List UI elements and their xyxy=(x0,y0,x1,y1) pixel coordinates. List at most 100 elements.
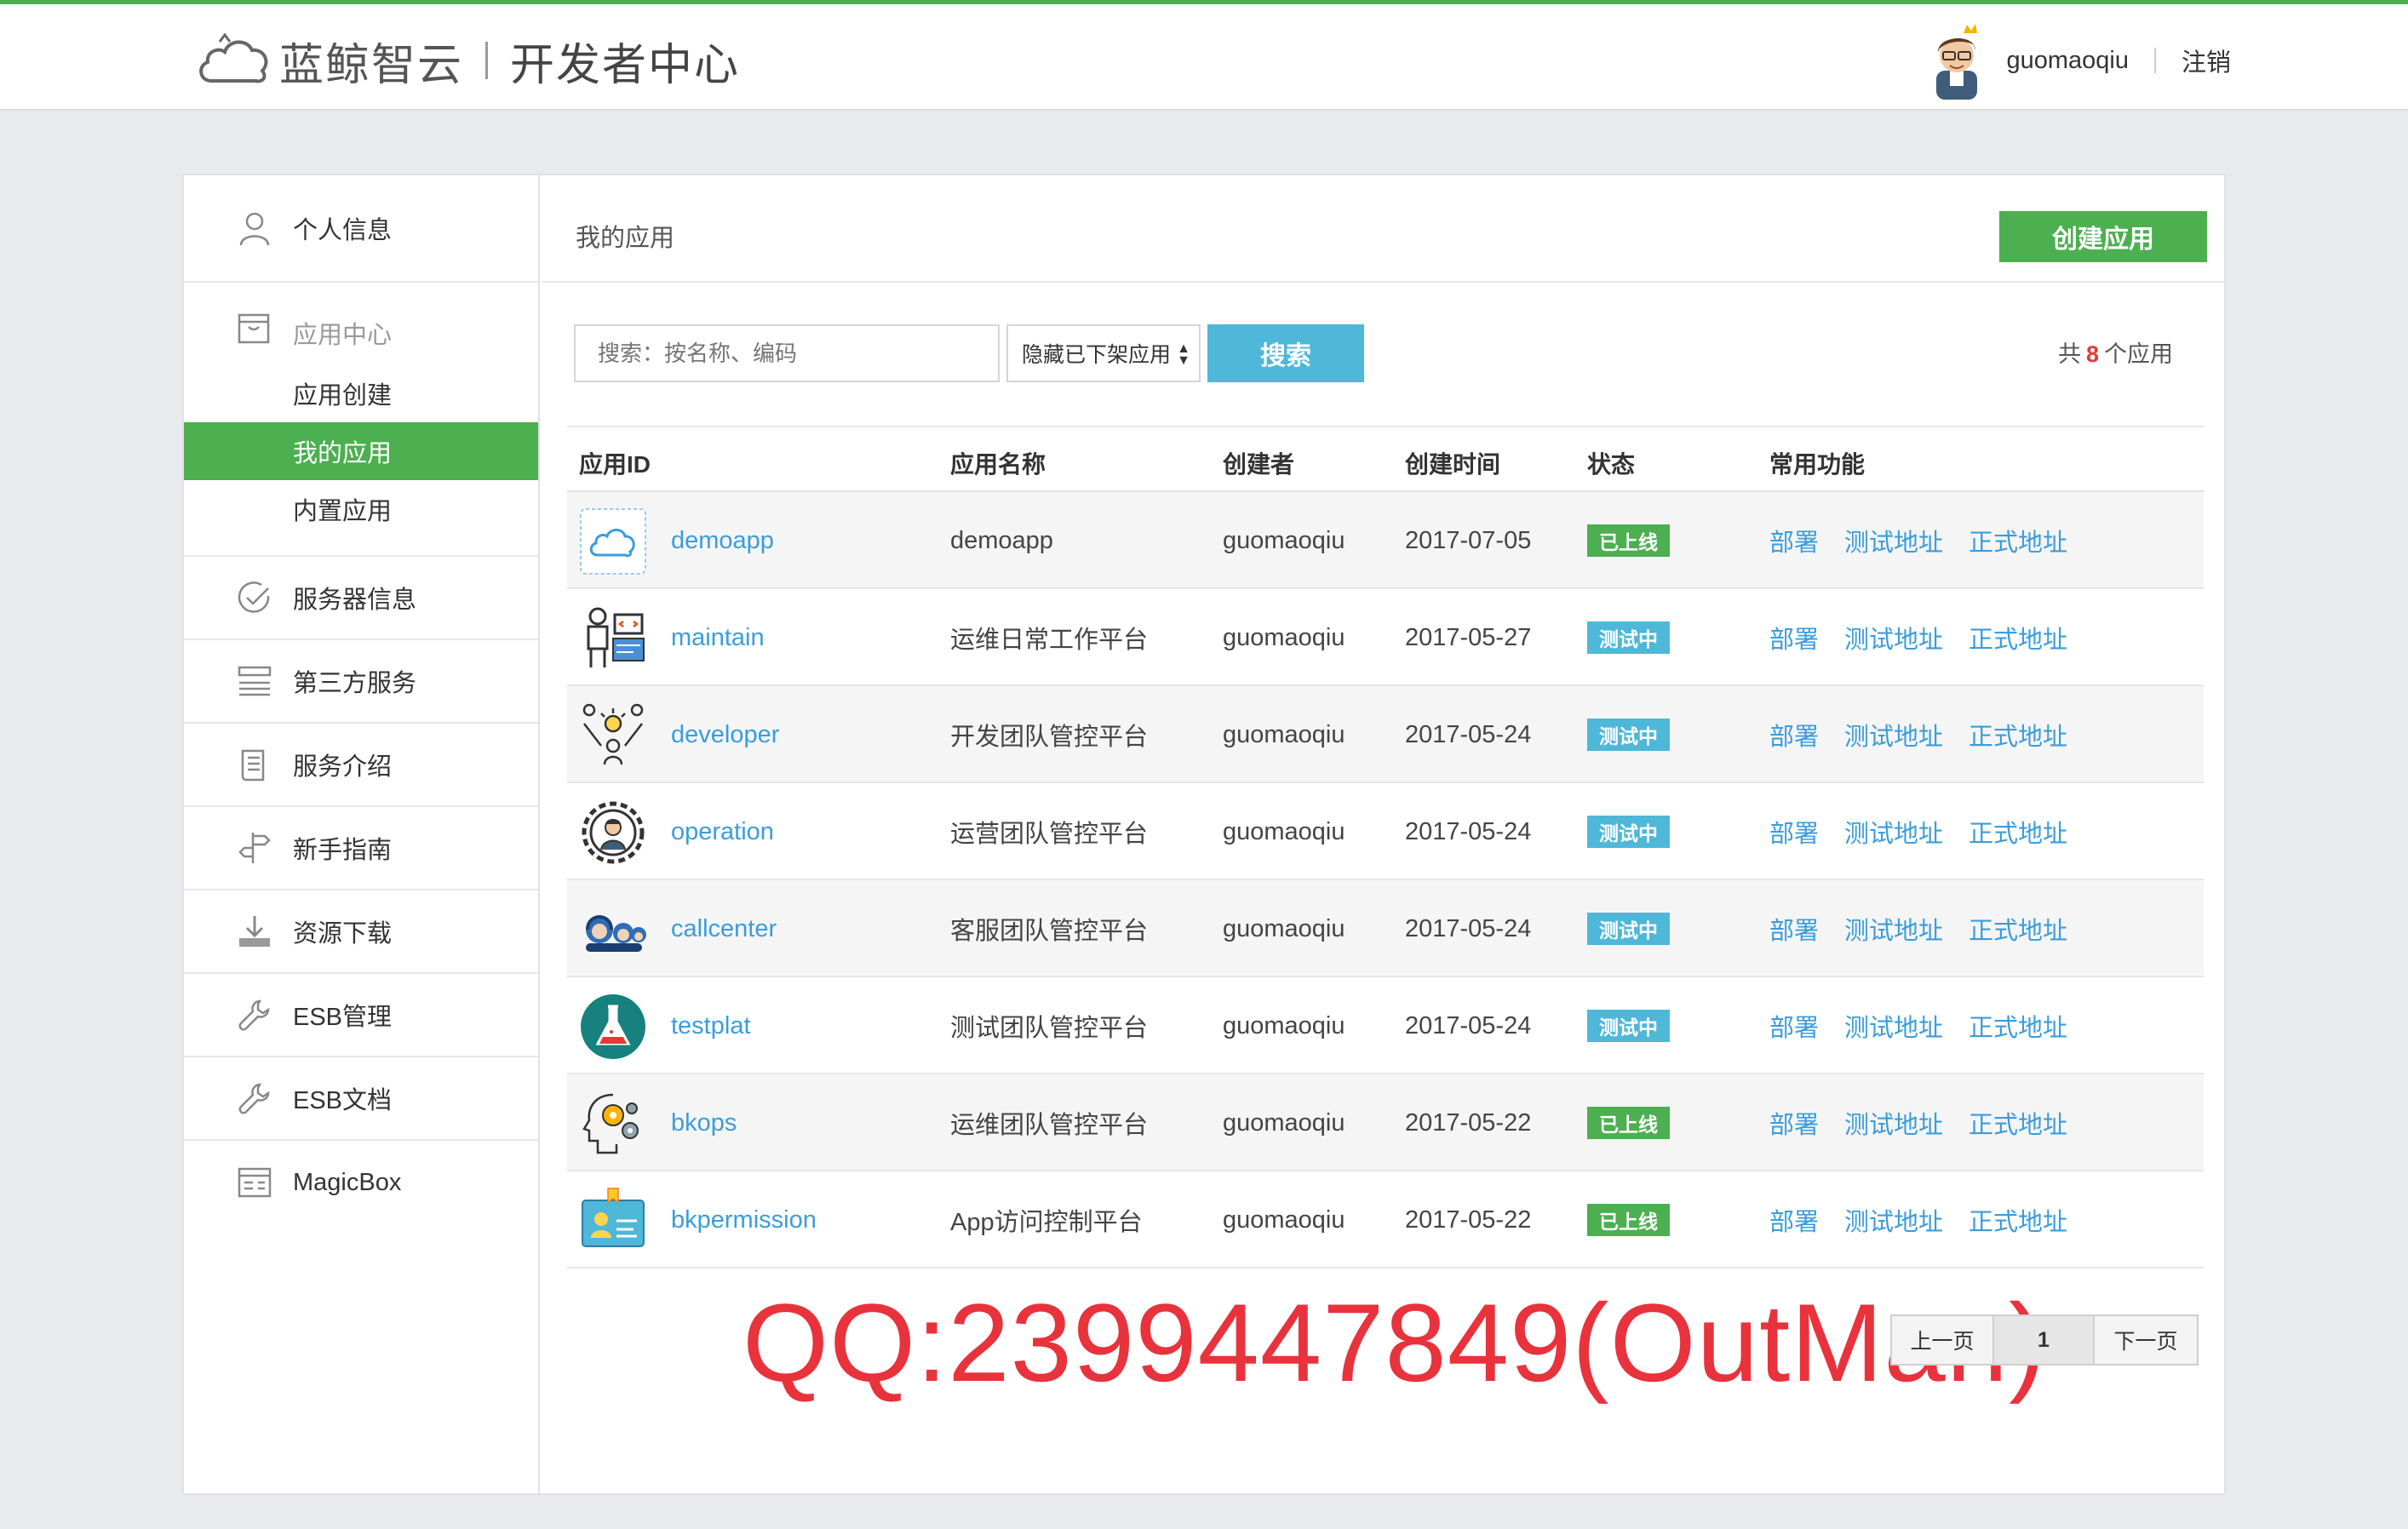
filter-select[interactable]: 隐藏已下架应用 ▲ ▼ xyxy=(1006,324,1201,382)
app-created-date: 2017-05-24 xyxy=(1405,914,1532,942)
prev-page-button[interactable]: 上一页 xyxy=(1892,1316,1994,1364)
actions-cell: 部署 测试地址 正式地址 xyxy=(1769,686,2093,783)
test-url-link[interactable]: 测试地址 xyxy=(1844,1202,1943,1238)
sidebar-item-magicbox[interactable]: MagicBox xyxy=(184,1141,538,1224)
top-header: 蓝鲸智云 开发者中心 guomaoqiu 注销 xyxy=(0,0,2408,111)
app-creator: guomaoqiu xyxy=(1223,1108,1345,1137)
head-gears-icon xyxy=(579,1090,647,1158)
app-id-link[interactable]: operation xyxy=(671,783,774,880)
headset-people-icon xyxy=(579,896,647,964)
prod-url-link[interactable]: 正式地址 xyxy=(1969,1008,2067,1044)
sidebar-item-my-apps[interactable]: 我的应用 xyxy=(184,422,538,480)
status-cell: 测试中 xyxy=(1587,783,1670,880)
current-page[interactable]: 1 xyxy=(1994,1316,2095,1364)
sidebar-item-label: 新手指南 xyxy=(293,837,393,864)
prod-url-link[interactable]: 正式地址 xyxy=(1969,1105,2067,1141)
logo[interactable]: 蓝鲸智云 开发者中心 xyxy=(194,26,740,94)
logout-link[interactable]: 注销 xyxy=(2182,43,2231,78)
test-url-link[interactable]: 测试地址 xyxy=(1844,814,1943,850)
create-app-button[interactable]: 创建应用 xyxy=(1999,211,2207,262)
prod-url-link[interactable]: 正式地址 xyxy=(1969,814,2067,850)
prod-url-link[interactable]: 正式地址 xyxy=(1969,1202,2067,1238)
prod-url-link[interactable]: 正式地址 xyxy=(1969,717,2067,753)
watermark-text: QQ:2399447849(OutMan) xyxy=(742,1280,2047,1405)
app-creator: guomaoqiu xyxy=(1223,914,1345,942)
app-created-date: 2017-05-24 xyxy=(1405,1011,1532,1039)
test-url-link[interactable]: 测试地址 xyxy=(1844,911,1943,947)
status-cell: 已上线 xyxy=(1587,1171,1670,1268)
deploy-link[interactable]: 部署 xyxy=(1769,1008,1819,1044)
app-name: 测试团队管控平台 xyxy=(950,1015,1149,1042)
app-created-date: 2017-05-24 xyxy=(1405,817,1532,845)
sidebar-item-guide[interactable]: 新手指南 xyxy=(184,807,538,890)
prod-url-link[interactable]: 正式地址 xyxy=(1969,523,2067,558)
select-arrows-icon: ▲ ▼ xyxy=(1177,341,1190,368)
app-id-link[interactable]: callcenter xyxy=(671,880,777,977)
search-input[interactable] xyxy=(574,324,1000,382)
download-icon xyxy=(235,912,274,951)
sidebar-item-server-info[interactable]: 服务器信息 xyxy=(184,557,538,640)
sidebar-item-esb-docs[interactable]: ESB文档 xyxy=(184,1057,538,1141)
app-id-link[interactable]: developer xyxy=(671,686,779,783)
app-id-link[interactable]: bkops xyxy=(671,1074,737,1171)
deploy-link[interactable]: 部署 xyxy=(1769,523,1819,558)
username[interactable]: guomaoqiu xyxy=(2006,47,2129,75)
page-title: 我的应用 xyxy=(576,225,675,252)
operator-icon xyxy=(579,604,647,673)
test-url-link[interactable]: 测试地址 xyxy=(1844,1105,1943,1141)
app-id-link[interactable]: maintain xyxy=(671,589,765,686)
table-row: callcenter 客服团队管控平台 guomaoqiu 2017-05-24 测试中… xyxy=(567,880,2204,977)
deploy-link[interactable]: 部署 xyxy=(1769,911,1819,947)
status-badge: 测试中 xyxy=(1587,816,1670,848)
app-id-link[interactable]: bkpermission xyxy=(671,1171,817,1268)
sidebar-item-builtin-apps[interactable]: 内置应用 xyxy=(184,480,538,538)
sidebar-item-profile[interactable]: 个人信息 xyxy=(184,175,538,283)
sidebar-item-third-party[interactable]: 第三方服务 xyxy=(184,640,538,724)
table-row: developer 开发团队管控平台 guomaoqiu 2017-05-24 测试中 部… xyxy=(567,686,2204,783)
deploy-link[interactable]: 部署 xyxy=(1769,620,1819,656)
prod-url-link[interactable]: 正式地址 xyxy=(1969,620,2067,656)
sidebar-item-label: MagicBox xyxy=(293,1168,402,1196)
search-bar: 隐藏已下架应用 ▲▼ 搜索 xyxy=(574,324,1364,383)
deploy-link[interactable]: 部署 xyxy=(1769,717,1819,753)
sidebar-item-service-intro[interactable]: 服务介绍 xyxy=(184,724,538,807)
sidebar-item-esb-manage[interactable]: ESB管理 xyxy=(184,974,538,1057)
sidebar-group-header[interactable]: 应用中心 xyxy=(184,283,538,364)
actions-cell: 部署 测试地址 正式地址 xyxy=(1769,1074,2093,1171)
app-creator: guomaoqiu xyxy=(1223,817,1345,845)
avatar[interactable] xyxy=(1924,21,1989,100)
table-header: 应用ID 应用名称 创建者 创建时间 状态 常用功能 xyxy=(567,426,2204,492)
test-url-link[interactable]: 测试地址 xyxy=(1844,620,1943,656)
actions-cell: 部署 测试地址 正式地址 xyxy=(1769,589,2093,686)
app-creator: guomaoqiu xyxy=(1223,1011,1345,1039)
sidebar-item-create-app[interactable]: 应用创建 xyxy=(184,364,538,422)
check-circle-icon xyxy=(235,578,274,617)
status-badge: 已上线 xyxy=(1587,1204,1670,1236)
deploy-link[interactable]: 部署 xyxy=(1769,1202,1819,1238)
sidebar-item-downloads[interactable]: 资源下载 xyxy=(184,890,538,974)
app-creator: guomaoqiu xyxy=(1223,720,1345,748)
app-created-date: 2017-05-24 xyxy=(1405,720,1532,748)
content-header: 我的应用 创建应用 xyxy=(542,175,2224,283)
test-url-link[interactable]: 测试地址 xyxy=(1844,523,1943,558)
wrench-icon xyxy=(235,995,274,1034)
deploy-link[interactable]: 部署 xyxy=(1769,1105,1819,1141)
app-id-link[interactable]: testplat xyxy=(671,977,751,1074)
prod-url-link[interactable]: 正式地址 xyxy=(1969,911,2067,947)
app-created-date: 2017-07-05 xyxy=(1405,526,1532,554)
sidebar-item-label: ESB文档 xyxy=(293,1087,393,1114)
actions-cell: 部署 测试地址 正式地址 xyxy=(1769,977,2093,1074)
status-badge: 测试中 xyxy=(1587,621,1670,654)
deploy-link[interactable]: 部署 xyxy=(1769,814,1819,850)
app-id-link[interactable]: demoapp xyxy=(671,492,774,589)
table-row: maintain 运维日常工作平台 guomaoqiu 2017-05-27 测试中 部署… xyxy=(567,589,2204,686)
next-page-button[interactable]: 下一页 xyxy=(2095,1316,2197,1364)
status-cell: 测试中 xyxy=(1587,686,1670,783)
team-idea-icon xyxy=(579,702,647,770)
app-name: App访问控制平台 xyxy=(950,1209,1143,1236)
test-url-link[interactable]: 测试地址 xyxy=(1844,717,1943,753)
test-url-link[interactable]: 测试地址 xyxy=(1844,1008,1943,1044)
total-prefix: 共 xyxy=(2057,341,2081,367)
search-button[interactable]: 搜索 xyxy=(1207,324,1364,382)
actions-cell: 部署 测试地址 正式地址 xyxy=(1769,880,2093,977)
